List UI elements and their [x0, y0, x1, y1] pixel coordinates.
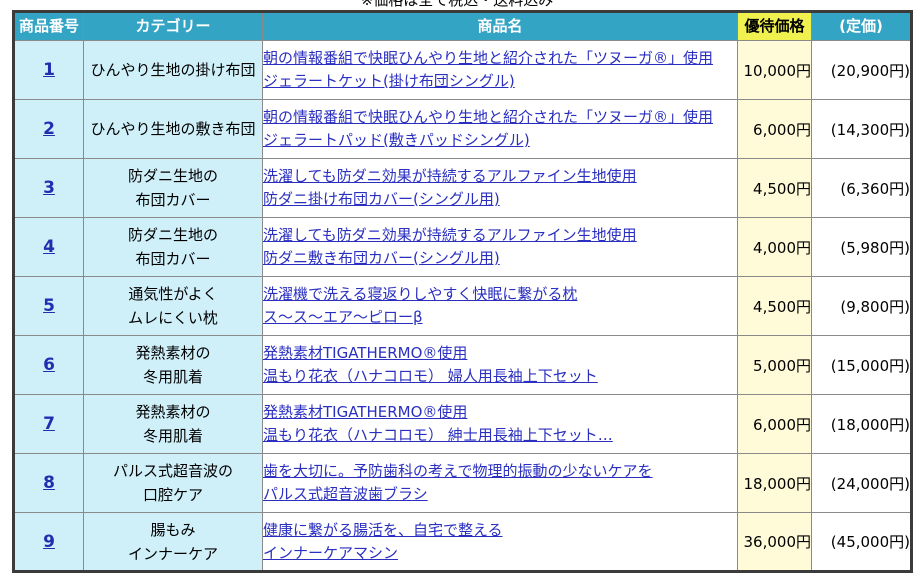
header-category: カテゴリー [83, 11, 263, 41]
table-row: 9 腸もみインナーケア 健康に繋がる腸活を、自宅で整える インナーケアマシン 36… [13, 512, 912, 572]
category-label: 防ダニ生地の [127, 226, 218, 244]
special-price: 10,000円 [737, 40, 812, 100]
product-number-link[interactable]: 4 [43, 237, 55, 257]
list-price: (20,900円) [811, 40, 912, 100]
product-name-link-line2[interactable]: インナーケアマシン [263, 542, 737, 565]
product-name-link-line2[interactable]: 防ダニ敷き布団カバー(シングル用) [263, 247, 737, 270]
category-label-line2: 布団カバー [135, 250, 211, 268]
table-header-row: 商品番号 カテゴリー 商品名 優待価格 (定価) [13, 11, 912, 41]
price-note: ※価格は全て税込・送料込み [360, 0, 554, 9]
category-label-line2: 冬用肌着 [142, 427, 203, 445]
table-row: 6 発熱素材の冬用肌着 発熱素材TIGATHERMO®使用 温もり花衣（ハナコロモ… [13, 335, 912, 395]
category-label-line2: 布団カバー [135, 191, 211, 209]
list-price: (6,360円) [811, 158, 912, 218]
product-number-link[interactable]: 1 [43, 60, 55, 80]
table-row: 3 防ダニ生地の 布団カバー 洗濯しても防ダニ効果が持続するアルファイン生地使用防… [13, 158, 912, 218]
list-price: (9,800円) [811, 276, 912, 336]
category-label: ひんやり生地の掛け布団 [90, 61, 256, 79]
product-name-link-line2[interactable]: 温もり花衣（ハナコロモ） 婦人用長袖上下セット [263, 365, 737, 388]
special-price: 4,500円 [737, 276, 812, 336]
product-name-link-line2[interactable]: ス〜ス〜エア〜ピローβ [263, 306, 737, 329]
category-label: 発熱素材の [135, 344, 211, 362]
category-label: 通気性がよく [128, 285, 218, 303]
product-name-link[interactable]: 健康に繋がる腸活を、自宅で整える [263, 519, 737, 542]
special-price: 18,000円 [737, 453, 812, 513]
category-label-line2: ムレにくい枕 [128, 309, 218, 327]
product-number-link[interactable]: 3 [43, 178, 55, 198]
category-label: 発熱素材の [135, 403, 211, 421]
list-price: (24,000円) [811, 453, 912, 513]
list-price: (5,980円) [811, 217, 912, 277]
table-row: 7 発熱素材の冬用肌着 発熱素材TIGATHERMO®使用 温もり花衣（ハナコロモ… [13, 394, 912, 454]
product-number-link[interactable]: 7 [43, 414, 55, 434]
product-name-link[interactable]: 発熱素材TIGATHERMO®使用 [263, 342, 737, 365]
product-name-link[interactable]: 朝の情報番組で快眠ひんやり生地と紹介された「ツヌーガ®」使用 [263, 47, 737, 70]
list-price: (45,000円) [811, 512, 912, 572]
product-number-link[interactable]: 9 [43, 532, 55, 552]
product-name-link[interactable]: 朝の情報番組で快眠ひんやり生地と紹介された「ツヌーガ®」使用 [263, 106, 737, 129]
header-number: 商品番号 [13, 11, 84, 41]
category-label: ひんやり生地の敷き布団 [90, 120, 256, 138]
category-label: パルス式超音波の [112, 462, 233, 480]
header-name: 商品名 [262, 11, 738, 41]
product-name-link-line2[interactable]: ジェラートパッド(敷きパッドシングル) [263, 129, 737, 152]
product-name-link[interactable]: 洗濯機で洗える寝返りしやすく快眠に繋がる枕 [263, 283, 737, 306]
special-price: 36,000円 [737, 512, 812, 572]
special-price: 4,000円 [737, 217, 812, 277]
product-name-link[interactable]: 洗濯しても防ダニ効果が持続するアルファイン生地使用 [263, 165, 737, 188]
product-name-link-line2[interactable]: パルス式超音波歯ブラシ [263, 483, 737, 506]
header-list-price: (定価) [811, 11, 912, 41]
product-name-link-line2[interactable]: 温もり花衣（ハナコロモ） 紳士用長袖上下セット… [263, 424, 737, 447]
product-name-link[interactable]: 歯を大切に。予防歯科の考えで物理的振動の少ないケアを [263, 460, 737, 483]
header-price: 優待価格 [737, 11, 812, 41]
special-price: 4,500円 [737, 158, 812, 218]
product-number-link[interactable]: 5 [43, 296, 55, 316]
category-label-line2: 口腔ケア [142, 486, 203, 504]
product-name-link-line2[interactable]: ジェラートケット(掛け布団シングル) [263, 70, 737, 93]
product-number-link[interactable]: 8 [43, 473, 55, 493]
table-row: 4 防ダニ生地の 布団カバー 洗濯しても防ダニ効果が持続するアルファイン生地使用防… [13, 217, 912, 277]
special-price: 6,000円 [737, 99, 812, 159]
product-number-link[interactable]: 6 [43, 355, 55, 375]
product-number-link[interactable]: 2 [43, 119, 55, 139]
table-row: 8 パルス式超音波の 口腔ケア 歯を大切に。予防歯科の考えで物理的振動の少ないケア… [13, 453, 912, 513]
table-row: 2 ひんやり生地の敷き布団 朝の情報番組で快眠ひんやり生地と紹介された「ツヌーガ… [13, 99, 912, 159]
category-label: 腸もみ [150, 520, 196, 539]
special-price: 5,000円 [737, 335, 812, 395]
category-label: 防ダニ生地の [127, 167, 218, 185]
list-price: (18,000円) [811, 394, 912, 454]
product-table: 商品番号 カテゴリー 商品名 優待価格 (定価) 1 ひんやり生地の掛け布団 朝… [12, 10, 913, 573]
list-price: (14,300円) [811, 99, 912, 159]
special-price: 6,000円 [737, 394, 812, 454]
list-price: (15,000円) [811, 335, 912, 395]
table-row: 1 ひんやり生地の掛け布団 朝の情報番組で快眠ひんやり生地と紹介された「ツヌーガ… [13, 40, 912, 100]
table-row: 5 通気性がよく ムレにくい枕 洗濯機で洗える寝返りしやすく快眠に繋がる枕 ス〜ス〜… [13, 276, 912, 336]
product-name-link-line2[interactable]: 防ダニ掛け布団カバー(シングル用) [263, 188, 737, 211]
category-label-line2: 冬用肌着 [142, 368, 203, 386]
category-label-line2: インナーケア [127, 544, 218, 563]
product-name-link[interactable]: 発熱素材TIGATHERMO®使用 [263, 401, 737, 424]
product-name-link[interactable]: 洗濯しても防ダニ効果が持続するアルファイン生地使用 [263, 224, 737, 247]
